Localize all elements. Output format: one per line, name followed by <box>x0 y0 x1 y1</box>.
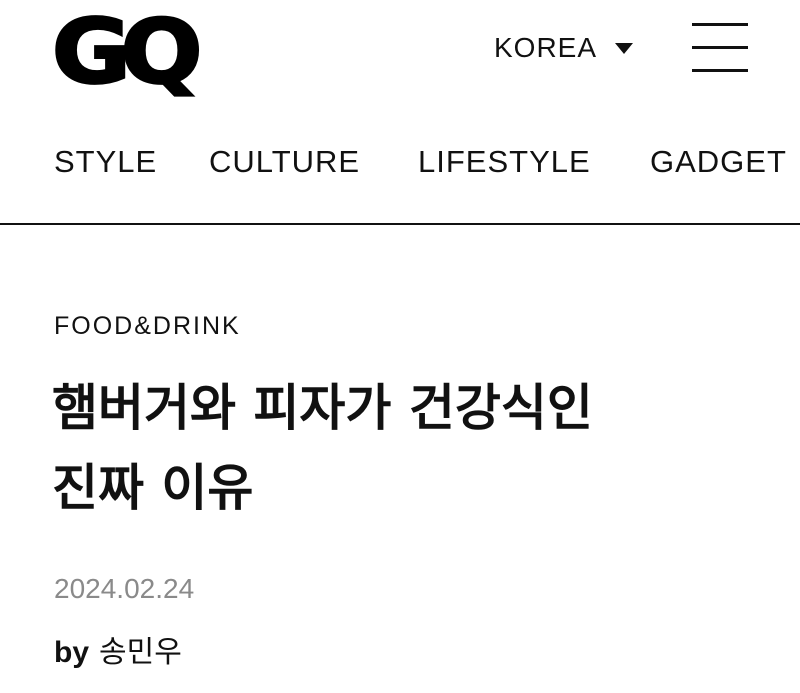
hamburger-menu-icon[interactable] <box>692 23 748 73</box>
region-selector[interactable]: KOREA <box>494 30 634 66</box>
caret-down-icon <box>615 42 634 54</box>
header-divider <box>0 223 800 225</box>
nav-item-culture[interactable]: CULTURE <box>209 140 360 184</box>
article-title-line-1: 햄버거와 피자가 건강식인 <box>52 379 593 437</box>
author-name[interactable]: 송민우 <box>99 635 182 670</box>
article-date: 2024.02.24 <box>54 573 195 604</box>
menu-bar-bottom <box>692 69 748 72</box>
article-title-line-2: 진짜 이유 <box>52 459 254 517</box>
nav-item-style[interactable]: STYLE <box>54 140 157 184</box>
nav-item-lifestyle[interactable]: LIFESTYLE <box>418 140 591 184</box>
menu-bar-middle <box>692 46 748 49</box>
article-category[interactable]: FOOD&DRINK <box>54 312 241 341</box>
menu-bar-top <box>692 23 748 26</box>
nav-item-gadget[interactable]: GADGET <box>650 140 787 184</box>
article-byline: by 송민우 <box>54 627 182 671</box>
gq-logo[interactable]: GQ <box>50 7 203 98</box>
site-header: GQ KOREA <box>0 0 800 110</box>
main-nav: STYLE CULTURE LIFESTYLE GADGET <box>0 140 800 184</box>
byline-prefix: by <box>54 636 90 669</box>
article-title: 햄버거와 피자가 건강식인 진짜 이유 <box>52 368 752 528</box>
region-label: KOREA <box>494 32 598 63</box>
